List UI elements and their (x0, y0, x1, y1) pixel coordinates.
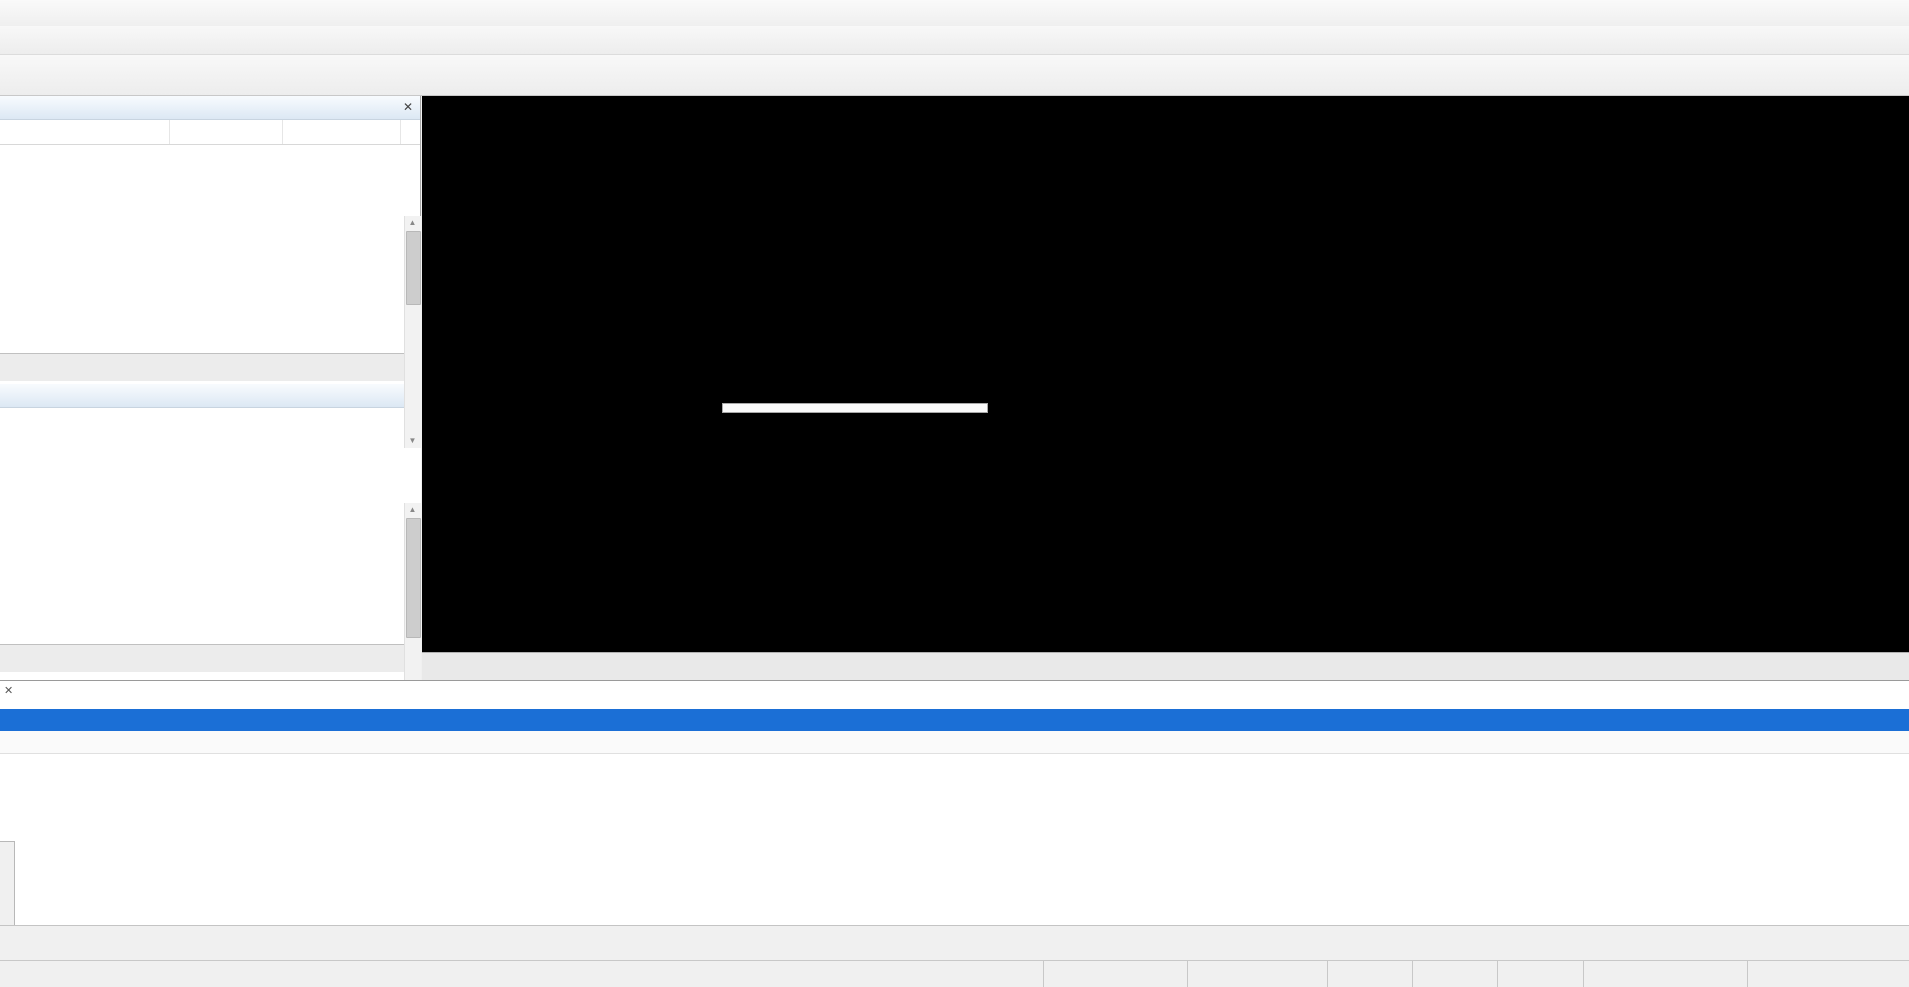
column-ask[interactable] (283, 120, 401, 144)
menu-bar (0, 0, 1909, 27)
status-hint (0, 961, 1043, 987)
chart-window-tabs (422, 652, 1909, 680)
market-watch-header (0, 120, 420, 145)
column-bid[interactable] (170, 120, 283, 144)
status-connection (1747, 961, 1909, 987)
navigator-tree (0, 408, 421, 644)
standard-toolbar (0, 26, 1909, 55)
status-cell-5 (1583, 961, 1747, 987)
column-symbol[interactable] (0, 120, 170, 144)
order-row[interactable] (0, 709, 1909, 731)
terminal-tabs (0, 925, 1909, 960)
price-chart[interactable] (422, 96, 1909, 652)
navigator-tabs (0, 644, 421, 672)
market-watch-tabs (0, 353, 420, 381)
status-cell-1 (1187, 961, 1327, 987)
chart-context-menu (722, 403, 988, 413)
status-cell-4 (1497, 961, 1583, 987)
status-cell-3 (1412, 961, 1497, 987)
balance-row (0, 731, 1909, 754)
status-cell-2 (1327, 961, 1412, 987)
terminal-panel: ✕ (0, 680, 1909, 925)
mt4-window: ✕ ✕ ▲ ▼ ▲ ▼ (0, 0, 1909, 987)
market-watch-scrollbar[interactable]: ▲ ▼ (404, 216, 421, 448)
app-logo-icon (4, 4, 28, 22)
orders-table-header (0, 687, 1909, 709)
drawing-toolbar (0, 55, 1909, 96)
navigator-title: ✕ (0, 384, 421, 408)
market-watch-rows (0, 145, 420, 353)
status-bar (0, 960, 1909, 987)
market-watch-panel: ✕ (0, 96, 420, 381)
market-watch-title: ✕ (0, 96, 420, 120)
market-watch-close-icon[interactable]: ✕ (403, 96, 413, 119)
navigator-panel: ✕ (0, 384, 421, 672)
terminal-side-tab[interactable] (0, 841, 15, 929)
left-panels: ✕ ✕ ▲ ▼ ▲ ▼ (0, 96, 421, 680)
status-profile[interactable] (1043, 961, 1187, 987)
